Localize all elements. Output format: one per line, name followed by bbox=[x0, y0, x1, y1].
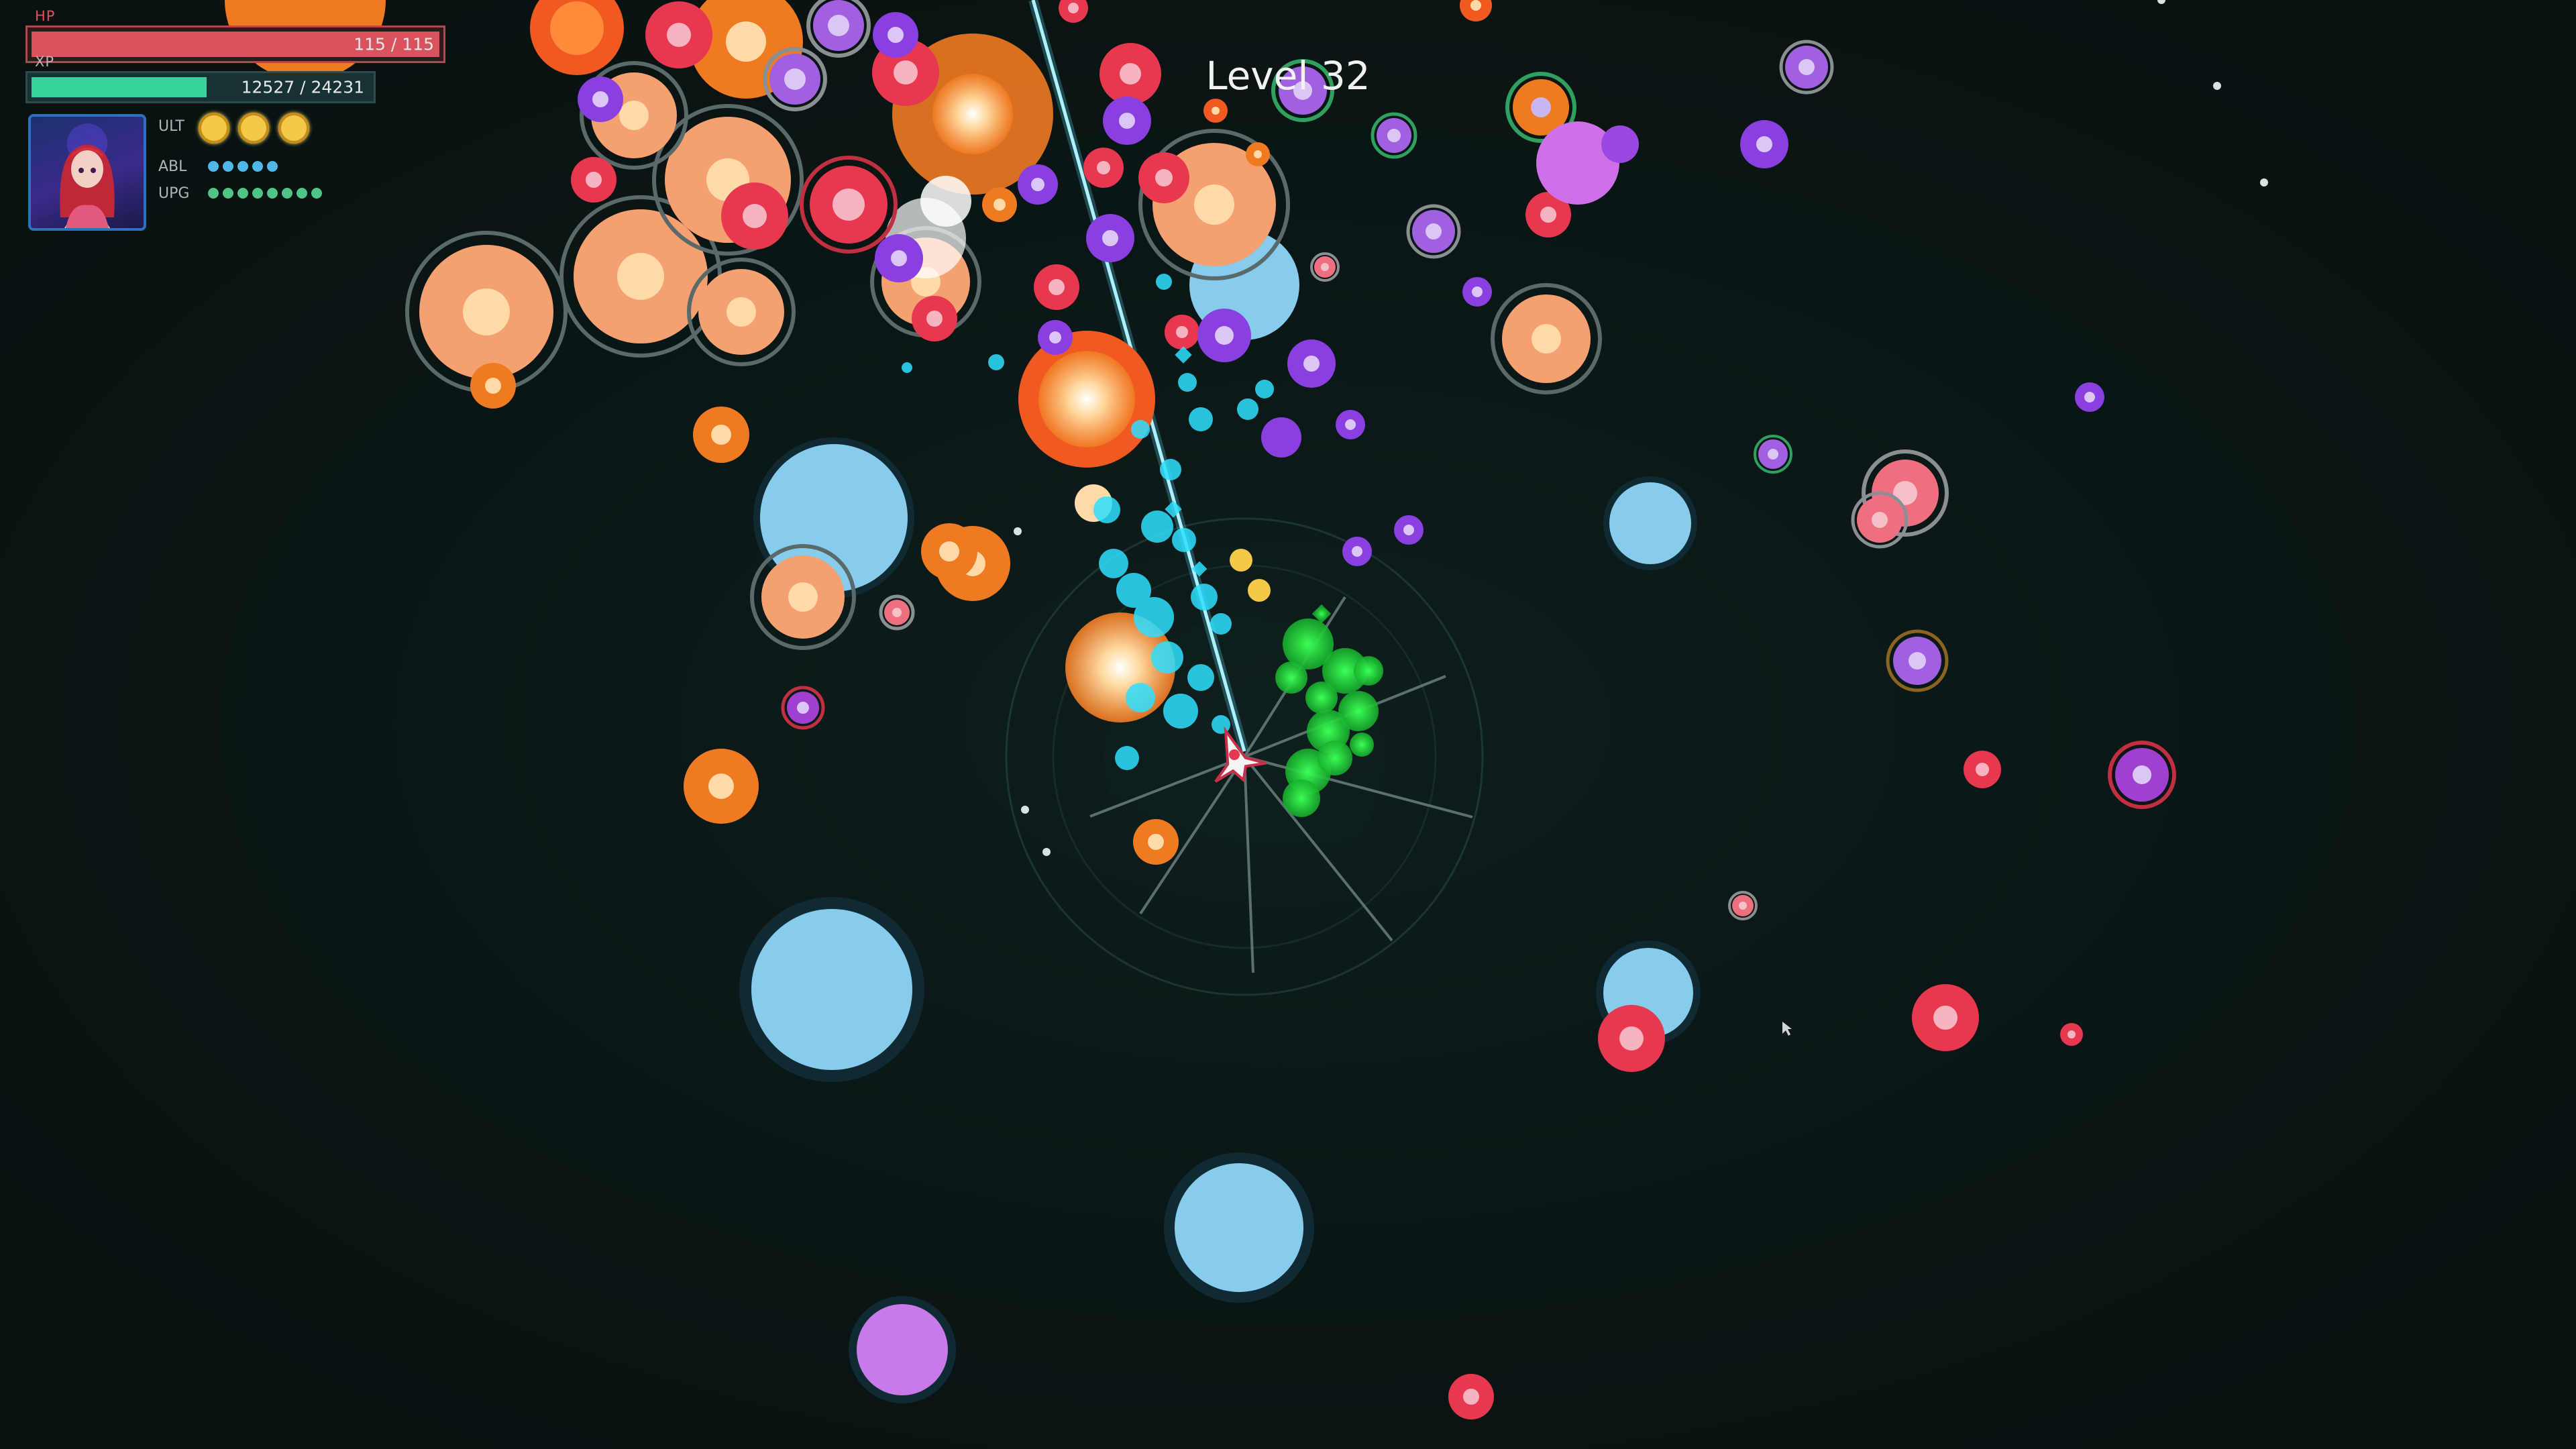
abl-pip bbox=[252, 161, 263, 172]
abl-pip bbox=[237, 161, 248, 172]
abl-pip bbox=[208, 161, 219, 172]
ult-charge-icon bbox=[199, 113, 229, 144]
upg-pip bbox=[297, 188, 307, 199]
upg-pip bbox=[252, 188, 263, 199]
upg-pip bbox=[237, 188, 248, 199]
xp-bar: 12527 / 24231 bbox=[25, 71, 376, 103]
level-title: Level 32 bbox=[1205, 52, 1371, 99]
hp-bar: 115 / 115 bbox=[25, 25, 445, 63]
hp-label: HP bbox=[35, 8, 56, 24]
ult-charge-icon bbox=[238, 113, 269, 144]
ult-charge-icon bbox=[278, 113, 309, 144]
abl-pip bbox=[267, 161, 278, 172]
upg-pip bbox=[311, 188, 322, 199]
upg-label: UPG bbox=[158, 185, 190, 202]
xp-bar-fill bbox=[32, 77, 207, 97]
anime-pilot-portrait-icon bbox=[28, 114, 146, 231]
ult-label: ULT bbox=[158, 118, 184, 135]
upg-pip bbox=[282, 188, 292, 199]
upg-pip bbox=[208, 188, 219, 199]
hud: HP 115 / 115 XP 12527 / 24231 ULT ABL UP… bbox=[0, 0, 483, 241]
upg-pip bbox=[223, 188, 233, 199]
hp-value: 115 / 115 bbox=[354, 34, 434, 54]
abl-label: ABL bbox=[158, 158, 187, 175]
upg-pip bbox=[267, 188, 278, 199]
xp-value: 12527 / 24231 bbox=[241, 77, 364, 97]
xp-label: XP bbox=[35, 54, 55, 70]
abl-pip bbox=[223, 161, 233, 172]
